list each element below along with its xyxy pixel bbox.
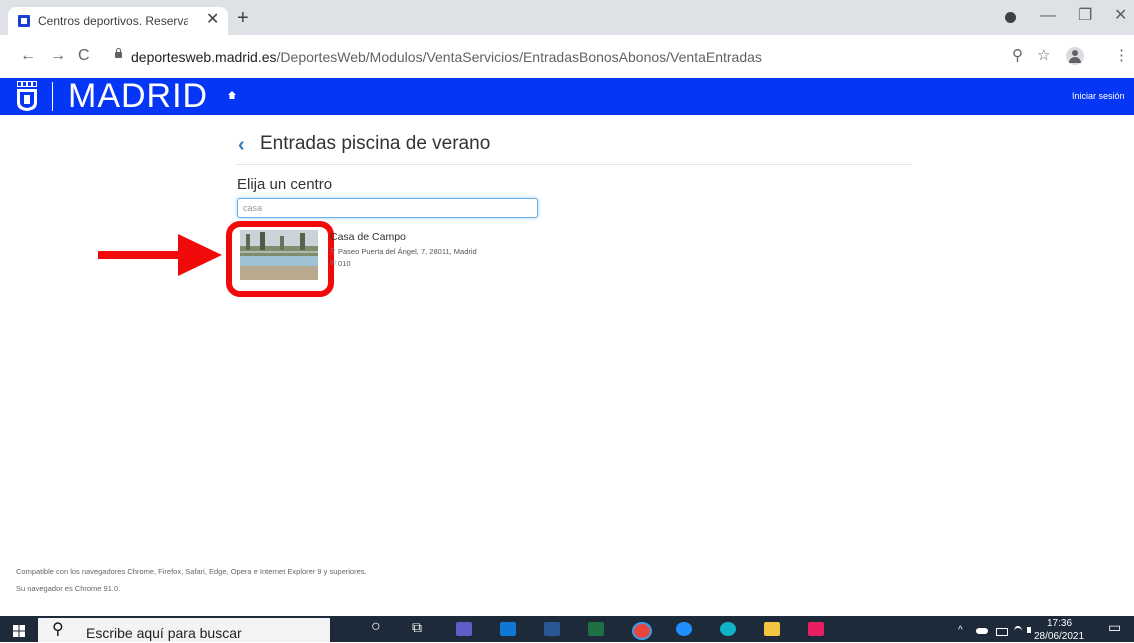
login-link[interactable]: Iniciar sesión	[1072, 90, 1125, 102]
colorful-app-icon[interactable]	[808, 622, 824, 636]
task-view-icon[interactable]: ⧉	[412, 620, 422, 634]
avatar-body-shape	[1069, 57, 1081, 63]
forward-button[interactable]: →	[50, 46, 66, 66]
madrid-favicon-icon	[18, 15, 30, 27]
teams-app-icon[interactable]	[456, 622, 472, 636]
reload-button[interactable]: C	[78, 46, 90, 66]
battery-icon[interactable]	[996, 628, 1008, 636]
madrid-logo-text[interactable]: MADRID	[68, 76, 208, 116]
tab-title: Centros deportivos. Reserva, pag	[38, 14, 188, 28]
browser-tab[interactable]: Centros deportivos. Reserva, pag ✕	[8, 7, 228, 35]
title-divider	[236, 164, 912, 165]
bookmark-star-icon[interactable]: ☆	[1037, 47, 1050, 65]
center-phone: 010	[338, 259, 351, 268]
restore-button[interactable]: ❐	[1078, 6, 1092, 26]
clock-date[interactable]: 28/06/2021	[1034, 631, 1084, 643]
red-arrow-annotation	[98, 234, 222, 276]
tab-close-icon[interactable]: ✕	[206, 11, 219, 29]
taskbar-search-icon: ⚲	[52, 621, 64, 638]
chrome-menu-icon[interactable]: ⋮	[1114, 47, 1129, 65]
internet-explorer-app-icon[interactable]	[676, 622, 692, 636]
edge-app-icon[interactable]	[720, 622, 736, 636]
page-title: Entradas piscina de verano	[260, 133, 491, 154]
url-path: /DeportesWeb/Modulos/VentaServicios/Entr…	[276, 49, 762, 65]
new-tab-button[interactable]: +	[237, 8, 249, 28]
extension-icon[interactable]	[1005, 12, 1016, 23]
chrome-app-icon[interactable]	[632, 622, 652, 640]
file-explorer-app-icon[interactable]	[764, 622, 780, 636]
madrid-crest-icon[interactable]	[15, 81, 39, 111]
wifi-icon[interactable]	[1014, 626, 1022, 636]
map-pin-icon: ⚲	[330, 248, 336, 255]
url-text[interactable]: deportesweb.madrid.es/DeportesWeb/Modulo…	[131, 48, 762, 66]
onedrive-icon[interactable]	[976, 628, 988, 634]
red-highlight-box	[226, 221, 334, 297]
taskbar-search-placeholder: Escribe aquí para buscar	[86, 625, 242, 641]
avatar-head-shape	[1072, 50, 1078, 56]
clock-time[interactable]: 17:36	[1047, 618, 1072, 630]
cortana-icon[interactable]: ○	[371, 619, 381, 635]
outlook-app-icon[interactable]	[500, 622, 516, 636]
zoom-icon[interactable]: ⚲	[1012, 47, 1023, 65]
browser-version-note: Su navegador es Chrome 91.0.	[16, 584, 121, 593]
section-label: Elija un centro	[237, 176, 333, 193]
tray-up-icon[interactable]: ^	[958, 624, 963, 638]
word-app-icon[interactable]	[544, 622, 560, 636]
back-button[interactable]: ←	[20, 46, 36, 66]
lock-icon	[115, 52, 122, 58]
logo-separator	[52, 82, 53, 111]
volume-icon[interactable]	[1027, 627, 1031, 633]
center-address: Paseo Puerta del Ángel, 7, 28011, Madrid	[338, 247, 477, 256]
browser-compat-note: Compatible con los navegadores Chrome, F…	[16, 567, 367, 576]
url-domain: deportesweb.madrid.es	[131, 49, 277, 65]
excel-app-icon[interactable]	[588, 622, 604, 636]
center-name-link[interactable]: Casa de Campo	[330, 231, 406, 244]
minimize-button[interactable]: —	[1040, 6, 1056, 26]
phone-icon: ✆	[330, 260, 336, 267]
back-chevron-icon[interactable]: ‹	[238, 134, 245, 156]
windows-start-icon[interactable]	[13, 625, 25, 637]
home-icon[interactable]	[228, 91, 236, 99]
center-search-input[interactable]	[237, 198, 538, 218]
close-window-button[interactable]: ✕	[1114, 6, 1127, 26]
notifications-icon[interactable]: ▭	[1108, 620, 1121, 634]
